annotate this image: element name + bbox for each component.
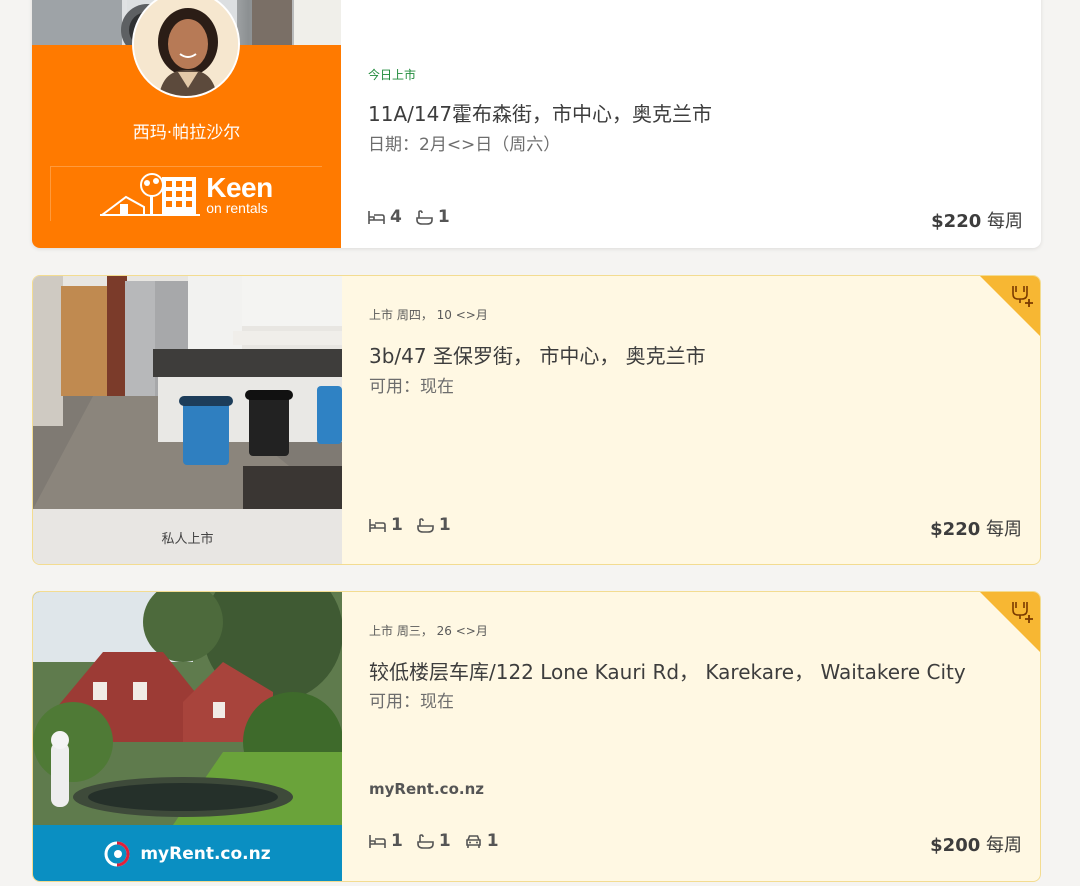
bathrooms: 1	[417, 515, 451, 535]
listing-card-1[interactable]: 西玛·帕拉沙尔 Keen on rentals 今日上市 11A/147霍布森街…	[32, 0, 1041, 248]
price: $220 每周	[930, 515, 1022, 541]
price-unit: 每周	[986, 519, 1022, 540]
shortlist-add-icon[interactable]	[979, 275, 1041, 337]
listing-media[interactable]: 私人上市	[33, 276, 342, 564]
bedrooms-count: 1	[391, 831, 403, 851]
parking: 1	[465, 831, 499, 851]
listing-photo[interactable]	[33, 276, 342, 509]
features: 4 1	[368, 207, 464, 227]
keen-building-icon	[100, 173, 201, 216]
myrent-logo[interactable]: myRent.co.nz	[33, 825, 342, 881]
bedrooms: 4	[368, 207, 402, 227]
keen-logo-line1: Keen	[206, 171, 273, 203]
bathrooms-count: 1	[438, 831, 451, 851]
price-amount: $220	[931, 211, 982, 232]
agent-name: 西玛·帕拉沙尔	[132, 123, 241, 143]
listing-details[interactable]: 上市 周三， 26 <>月 较低楼层车库/122 Lone Kauri Rd， …	[342, 592, 1040, 881]
listing-card-3[interactable]: myRent.co.nz 上市 周三， 26 <>月 较低楼层车库/122 Lo…	[32, 591, 1041, 882]
price-amount: $200	[930, 835, 981, 856]
listed-date: 今日上市	[368, 68, 417, 82]
price: $220 每周	[931, 207, 1023, 233]
price-amount: $220	[930, 519, 981, 540]
price: $200 每周	[930, 831, 1022, 857]
bed-icon	[368, 210, 385, 224]
bedrooms-count: 4	[390, 207, 402, 227]
price-unit: 每周	[987, 211, 1023, 232]
agent-panel: 西玛·帕拉沙尔 Keen on rentals	[32, 0, 341, 248]
bath-icon	[417, 833, 434, 849]
features: 1 1	[369, 515, 465, 535]
keen-logo-text: Keen on rentals	[206, 171, 273, 216]
bed-icon	[369, 518, 386, 532]
bedrooms: 1	[369, 831, 403, 851]
bathrooms: 1	[417, 831, 451, 851]
bed-icon	[369, 834, 386, 848]
bath-icon	[416, 209, 433, 225]
listing-card-2[interactable]: 私人上市 上市 周四， 10 <>月 3b/47 圣保罗街， 市中心， 奥克兰市…	[32, 275, 1041, 565]
myrent-logo-icon	[104, 841, 130, 867]
listing-details[interactable]: 上市 周四， 10 <>月 3b/47 圣保罗街， 市中心， 奥克兰市 可用：现…	[342, 276, 1040, 564]
listed-date: 上市 周四， 10 <>月	[369, 308, 488, 322]
price-unit: 每周	[986, 835, 1022, 856]
bathrooms-count: 1	[438, 515, 451, 535]
features: 1 1 1	[369, 831, 513, 851]
bedrooms: 1	[369, 515, 403, 535]
bedrooms-count: 1	[391, 515, 403, 535]
shortlist-add-icon[interactable]	[979, 591, 1041, 653]
keen-logo[interactable]: Keen on rentals	[50, 166, 322, 221]
keen-logo-line2: on rentals	[206, 199, 268, 216]
listing-source: myRent.co.nz	[369, 780, 484, 798]
myrent-logo-text: myRent.co.nz	[140, 844, 271, 864]
bathrooms-count: 1	[437, 207, 450, 227]
availability: 可用：现在	[369, 377, 454, 397]
listing-photo[interactable]	[33, 592, 342, 825]
bathrooms: 1	[416, 207, 450, 227]
listed-date: 上市 周三， 26 <>月	[369, 624, 488, 638]
listing-title[interactable]: 11A/147霍布森街，市中心，奥克兰市	[368, 98, 712, 127]
listing-media[interactable]: myRent.co.nz	[33, 592, 342, 881]
parking-count: 1	[486, 831, 499, 851]
listing-title[interactable]: 3b/47 圣保罗街， 市中心， 奥克兰市	[369, 340, 706, 369]
garden-photo-image	[33, 592, 342, 825]
car-icon	[465, 834, 481, 848]
listing-title[interactable]: 较低楼层车库/122 Lone Kauri Rd， Karekare， Wait…	[369, 656, 966, 685]
listing-details[interactable]: 今日上市 11A/147霍布森街，市中心，奥克兰市 日期：2月<>日（周六） 4…	[341, 0, 1041, 248]
availability: 日期：2月<>日（周六）	[368, 135, 561, 155]
private-listing-label: 私人上市	[33, 509, 342, 564]
availability: 可用：现在	[369, 692, 454, 712]
kitchen-photo-image	[33, 276, 342, 509]
bath-icon	[417, 517, 434, 533]
